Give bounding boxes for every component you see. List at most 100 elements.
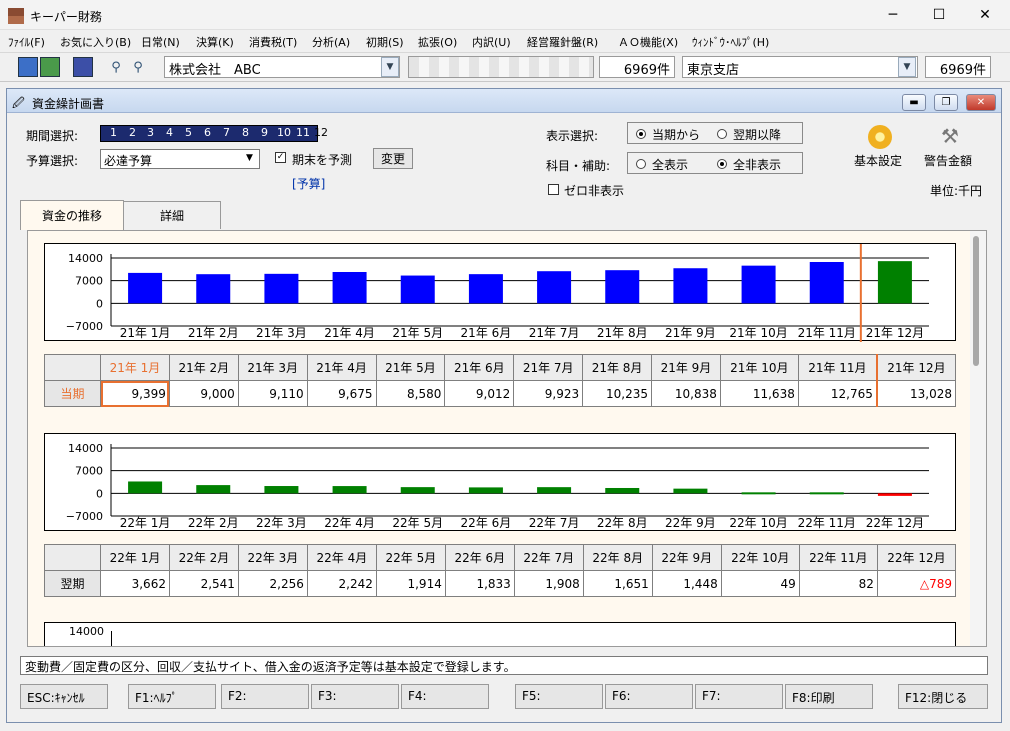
f8-print-button[interactable]: F8:印刷 (785, 684, 873, 709)
period-6[interactable]: 6 (204, 126, 211, 139)
table-cell[interactable]: 3,662 (100, 570, 170, 597)
menu-extend[interactable]: 拡張(O) (418, 34, 457, 50)
table-cell[interactable]: 10,838 (651, 380, 721, 407)
doc-minimize-button[interactable]: ▬ (902, 94, 926, 111)
chevron-down-icon[interactable]: ▼ (381, 57, 399, 77)
zoom-out-icon[interactable]: ⚲ (128, 57, 148, 77)
menu-analysis[interactable]: 分析(A) (312, 34, 350, 50)
menu-ao[interactable]: ＡＯ機能(X) (618, 34, 678, 50)
table-cell[interactable]: △789 (876, 570, 957, 597)
period-5[interactable]: 5 (185, 126, 192, 139)
zero-hide-checkbox[interactable] (548, 184, 559, 195)
f7-button[interactable]: F7: (695, 684, 783, 709)
scrollbar-thumb[interactable] (973, 236, 979, 366)
menu-window-help[interactable]: ｳｨﾝﾄﾞｳ･ﾍﾙﾌﾟ(H) (692, 34, 769, 50)
doc-close-button[interactable]: ✕ (966, 94, 996, 111)
budget-select[interactable]: 必達予算 (100, 149, 260, 169)
period-11[interactable]: 11 (296, 126, 310, 139)
display-current-radio[interactable] (636, 129, 646, 139)
display-next-label: 翌期以降 (733, 128, 782, 142)
doc-restore-button[interactable]: ❐ (934, 94, 958, 111)
table-cell[interactable]: 10,235 (582, 380, 652, 407)
table-cell[interactable]: 13,028 (875, 380, 956, 407)
period-1[interactable]: 1 (110, 126, 117, 139)
table-cell[interactable]: 11,638 (719, 380, 799, 407)
period-2[interactable]: 2 (129, 126, 136, 139)
close-button[interactable]: ✕ (962, 0, 1008, 30)
table-cell[interactable]: 9,923 (513, 380, 584, 407)
menu-file[interactable]: ﾌｧｲﾙ(F) (8, 34, 45, 50)
tab-trend[interactable]: 資金の推移 (20, 200, 124, 230)
alert-amount-button[interactable]: 警告金額 (924, 152, 972, 169)
wrench-icon[interactable]: ⚒ (938, 124, 962, 148)
f1-help-button[interactable]: F1:ﾍﾙﾌﾟ (128, 684, 216, 709)
menu-initial[interactable]: 初期(S) (366, 34, 404, 50)
table-header-row: 21年 1月 21年 2月 21年 3月 21年 4月 21年 5月 21年 6月 21年 … (44, 354, 956, 381)
menu-daily[interactable]: 日常(N) (141, 34, 180, 50)
menu-breakdown[interactable]: 内訳(U) (472, 34, 511, 50)
branch-select[interactable]: 東京支店 (682, 56, 918, 78)
y-tick-label: 7000 (75, 465, 103, 478)
table-cell[interactable]: 1,833 (444, 570, 515, 597)
display-next-radio[interactable] (717, 129, 727, 139)
screen-icon[interactable] (73, 57, 93, 77)
zoom-in-icon[interactable]: ⚲ (106, 57, 126, 77)
table-cell[interactable]: 1,914 (375, 570, 446, 597)
f12-close-button[interactable]: F12:閉じる (898, 684, 988, 709)
bar (400, 275, 435, 304)
f5-button[interactable]: F5: (515, 684, 603, 709)
table-cell[interactable]: 9,675 (306, 380, 377, 407)
maximize-button[interactable]: ☐ (916, 0, 962, 30)
chevron-down-icon[interactable]: ▼ (246, 153, 253, 163)
menu-settlement[interactable]: 決算(K) (196, 34, 234, 50)
bar (128, 272, 163, 304)
table-cell[interactable]: 8,580 (375, 380, 446, 407)
x-tick-label: 21年 8月 (597, 326, 648, 340)
table-cell[interactable]: 12,765 (797, 380, 878, 407)
period-8[interactable]: 8 (242, 126, 249, 139)
bar (400, 487, 435, 494)
period-7[interactable]: 7 (223, 126, 230, 139)
masked-field (408, 56, 594, 78)
f3-button[interactable]: F3: (311, 684, 399, 709)
period-3[interactable]: 3 (147, 126, 154, 139)
minimize-button[interactable]: ─ (870, 0, 916, 30)
column-header: 22年 9月 (651, 544, 722, 571)
account-hide-radio[interactable] (717, 159, 727, 169)
period-12[interactable]: 12 (314, 126, 328, 139)
f2-button[interactable]: F2: (221, 684, 309, 709)
table-cell[interactable]: 9,000 (168, 380, 239, 407)
menu-tax[interactable]: 消費税(T) (249, 34, 297, 50)
menu-favorites[interactable]: お気に入り(B) (60, 34, 131, 50)
change-button[interactable]: 変更 (373, 148, 413, 169)
chevron-down-icon[interactable]: ▼ (898, 57, 916, 77)
period-9[interactable]: 9 (261, 126, 268, 139)
tab-detail[interactable]: 詳細 (123, 201, 221, 229)
table-cell[interactable]: 2,256 (237, 570, 308, 597)
table-cell[interactable]: 1,651 (582, 570, 653, 597)
basic-settings-button[interactable]: 基本設定 (854, 152, 902, 169)
predict-checkbox[interactable]: ✓ (275, 152, 286, 163)
table-cell[interactable]: 1,448 (651, 570, 722, 597)
account-show-radio[interactable] (636, 159, 646, 169)
f4-button[interactable]: F4: (401, 684, 489, 709)
table-cell[interactable]: 82 (798, 570, 878, 597)
table-cell[interactable]: 2,242 (306, 570, 377, 597)
period-4[interactable]: 4 (166, 126, 173, 139)
table-cell[interactable]: 49 (720, 570, 800, 597)
x-tick-label: 22年 11月 (798, 516, 856, 530)
refresh-icon[interactable] (40, 57, 60, 77)
table-cell[interactable]: 9,012 (444, 380, 515, 407)
table-cell[interactable]: 1,908 (513, 570, 584, 597)
esc-cancel-button[interactable]: ESC:ｷｬﾝｾﾙ (20, 684, 108, 709)
company-select[interactable]: 株式会社 ABC (164, 56, 400, 78)
menu-compass[interactable]: 経営羅針盤(R) (527, 34, 598, 50)
period-10[interactable]: 10 (277, 126, 291, 139)
f6-button[interactable]: F6: (605, 684, 693, 709)
bar (468, 487, 503, 494)
table-cell[interactable]: 9,110 (237, 380, 308, 407)
monitor-icon[interactable] (18, 57, 38, 77)
table-cell[interactable]: 2,541 (168, 570, 239, 597)
gear-icon[interactable] (868, 125, 892, 149)
table-cell[interactable]: 9,399 (100, 380, 170, 407)
